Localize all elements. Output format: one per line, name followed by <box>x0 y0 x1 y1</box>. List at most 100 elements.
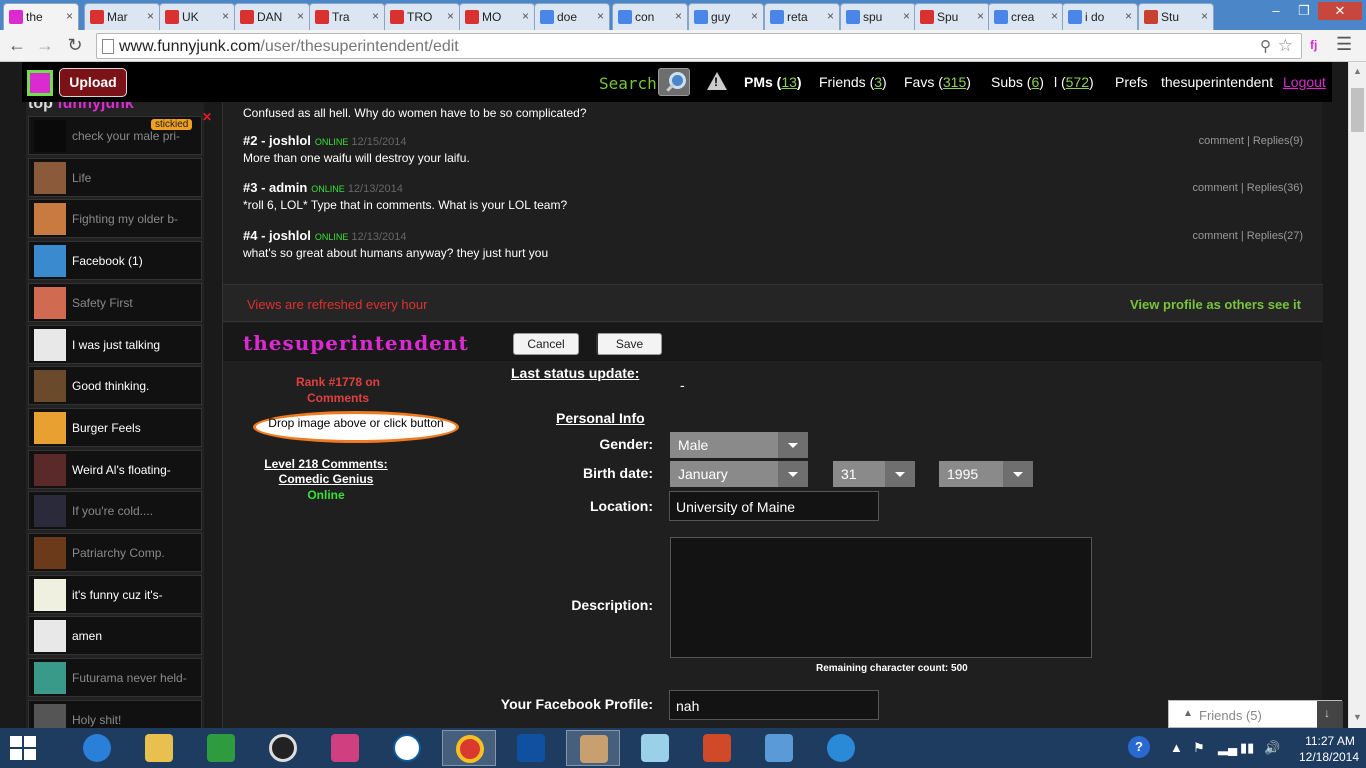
tab-close-icon[interactable]: × <box>827 9 834 23</box>
tab-close-icon[interactable]: × <box>1051 9 1058 23</box>
friends-bar[interactable]: ▲ Friends (5) ↓ <box>1168 700 1343 728</box>
scrollbar-thumb[interactable] <box>1351 88 1364 132</box>
browser-tab[interactable]: con × <box>612 3 688 30</box>
clock-date[interactable]: 12/18/2014 <box>1294 750 1364 764</box>
favs-link[interactable]: Favs (315) <box>904 74 971 90</box>
browser-tab[interactable]: spu × <box>840 3 916 30</box>
comment-author[interactable]: #3 - admin <box>243 180 307 195</box>
forward-button[interactable]: → <box>34 34 56 56</box>
gender-select[interactable]: Male <box>670 432 808 458</box>
browser-tab[interactable]: doe × <box>534 3 610 30</box>
scroll-up-icon[interactable]: ▲ <box>1353 66 1362 76</box>
sidebar-item[interactable]: Weird Al's floating- <box>28 449 202 489</box>
sidebar-item[interactable]: check your male pri-stickied <box>28 116 202 155</box>
comment-author[interactable]: #4 - joshlol <box>243 228 311 243</box>
chrome-icon[interactable] <box>442 730 496 766</box>
signal-icon[interactable]: ▂▄ <box>1218 740 1237 756</box>
comment-head[interactable]: #2 - joshlol ONLINE 12/15/2014 <box>243 133 1303 148</box>
save-button[interactable]: Save <box>596 333 662 355</box>
prefs-link[interactable]: Prefs <box>1115 74 1148 90</box>
browser-tab[interactable]: crea × <box>988 3 1064 30</box>
clock-time[interactable]: 11:27 AM <box>1300 734 1360 748</box>
sidebar-item[interactable]: Life <box>28 157 202 197</box>
browser-tab[interactable]: Stu × <box>1138 3 1214 30</box>
reload-button[interactable]: ↻ <box>64 34 86 56</box>
browser-tab[interactable]: guy × <box>688 3 764 30</box>
sidebar-close-icon[interactable]: ✕ <box>202 110 212 124</box>
subs-link[interactable]: Subs (6) <box>991 74 1044 90</box>
browser-tab[interactable]: reta × <box>764 3 840 30</box>
browser-tab[interactable]: Tra × <box>309 3 385 30</box>
photo-viewer-icon[interactable] <box>752 730 806 766</box>
facebook-field[interactable]: nah <box>669 690 879 720</box>
window-close-button[interactable]: ✕ <box>1318 2 1362 20</box>
tab-close-icon[interactable]: × <box>66 9 73 23</box>
search-label[interactable]: Search <box>599 74 657 93</box>
comment-author[interactable]: #2 - joshlol <box>243 133 311 148</box>
battery-icon[interactable]: ▮▮ <box>1240 740 1254 756</box>
browser-tab[interactable]: TRO × <box>384 3 460 30</box>
browser-tab[interactable]: Mar × <box>84 3 160 30</box>
comment-head[interactable]: #4 - joshlol ONLINE 12/13/2014 <box>243 228 1303 243</box>
birth-day-select[interactable]: 31 <box>833 461 915 487</box>
sidebar-item[interactable]: Good thinking. <box>28 366 202 406</box>
logout-link[interactable]: Logout <box>1283 74 1326 90</box>
comment-head[interactable]: #3 - admin ONLINE 12/13/2014 <box>243 180 1303 195</box>
start-button[interactable] <box>10 736 38 760</box>
tab-close-icon[interactable]: × <box>522 9 529 23</box>
paint-icon[interactable] <box>566 730 620 766</box>
pms-link[interactable]: PMs (13) <box>744 74 802 90</box>
help-icon[interactable]: ? <box>1128 736 1150 758</box>
powerpoint-icon[interactable] <box>690 730 744 766</box>
tab-close-icon[interactable]: × <box>751 9 758 23</box>
sidebar-item[interactable]: it's funny cuz it's- <box>28 574 202 614</box>
description-field[interactable] <box>670 537 1092 658</box>
search-icon[interactable] <box>658 68 690 96</box>
friends-link[interactable]: Friends (3) <box>819 74 887 90</box>
tab-close-icon[interactable]: × <box>447 9 454 23</box>
minimize-button[interactable]: – <box>1262 2 1290 20</box>
sidebar-item[interactable]: Fighting my older b- <box>28 199 202 239</box>
notebook-icon[interactable] <box>628 730 682 766</box>
tab-close-icon[interactable]: × <box>597 9 604 23</box>
media-app-icon[interactable] <box>256 730 310 766</box>
tab-close-icon[interactable]: × <box>1125 9 1132 23</box>
address-bar[interactable]: www.funnyjunk.com/user/thesuperintendent… <box>96 33 1302 59</box>
browser-tab[interactable]: the × <box>3 3 79 30</box>
sidebar-item[interactable]: Holy shit! <box>28 699 202 728</box>
back-button[interactable]: ← <box>6 34 28 56</box>
menu-icon[interactable]: ☰ <box>1336 34 1352 55</box>
sidebar-item[interactable]: If you're cold.... <box>28 491 202 531</box>
sidebar-item[interactable]: Burger Feels <box>28 407 202 447</box>
tab-close-icon[interactable]: × <box>977 9 984 23</box>
birth-year-select[interactable]: 1995 <box>939 461 1033 487</box>
restore-button[interactable]: ❐ <box>1290 2 1318 20</box>
tab-close-icon[interactable]: × <box>675 9 682 23</box>
weather-channel-icon[interactable] <box>504 730 558 766</box>
file-explorer-icon[interactable] <box>132 730 186 766</box>
cancel-button[interactable]: Cancel <box>513 333 579 355</box>
birth-month-select[interactable]: January <box>670 461 808 487</box>
comment-actions[interactable]: comment | Replies(36) <box>1193 182 1303 194</box>
tab-close-icon[interactable]: × <box>147 9 154 23</box>
comment-actions[interactable]: comment | Replies(9) <box>1199 135 1303 147</box>
volume-icon[interactable]: 🔊 <box>1264 740 1280 756</box>
browser-tab[interactable]: i do × <box>1062 3 1138 30</box>
comment-actions[interactable]: comment | Replies(27) <box>1193 230 1303 242</box>
browser-tab[interactable]: Spu × <box>914 3 990 30</box>
sidebar-item[interactable]: I was just talking <box>28 324 202 364</box>
location-field[interactable]: University of Maine <box>669 491 879 521</box>
sidebar-item[interactable]: Safety First <box>28 282 202 322</box>
network-app-icon[interactable] <box>814 730 868 766</box>
tab-close-icon[interactable]: × <box>297 9 304 23</box>
extension-icon[interactable]: fj <box>1310 38 1322 52</box>
upload-button[interactable]: Upload <box>59 68 127 97</box>
browser-tab[interactable]: MO × <box>459 3 535 30</box>
tab-close-icon[interactable]: × <box>372 9 379 23</box>
tab-close-icon[interactable]: × <box>222 9 229 23</box>
expand-icon[interactable]: ↓ <box>1317 701 1343 728</box>
page-scrollbar[interactable]: ▲ ▼ <box>1348 62 1366 728</box>
store-icon[interactable] <box>194 730 248 766</box>
tab-close-icon[interactable]: × <box>1201 9 1208 23</box>
internet-explorer-icon[interactable] <box>70 730 124 766</box>
